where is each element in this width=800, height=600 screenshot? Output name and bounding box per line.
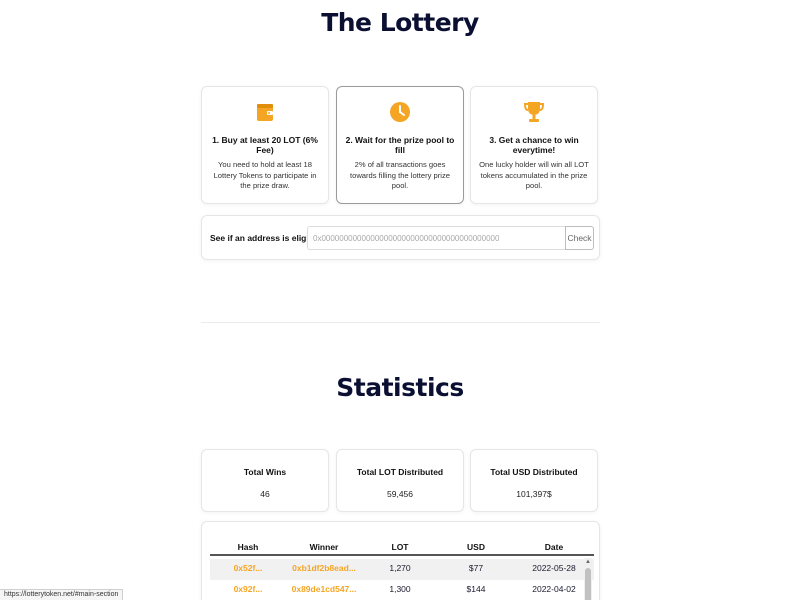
column-header-usd[interactable]: USD — [438, 542, 514, 552]
hash-link[interactable]: 0x92f... — [210, 584, 286, 594]
eligibility-card: See if an address is eligible: Check — [201, 215, 600, 260]
date-value: 2022-04-02 — [532, 584, 576, 594]
column-header-hash[interactable]: Hash — [210, 542, 286, 552]
stat-value: 59,456 — [387, 489, 413, 499]
lottery-title: The Lottery — [321, 8, 479, 37]
stat-card-total-wins: Total Wins 46 — [201, 449, 329, 512]
page: The Lottery 1. Buy at least 20 LOT (6% F… — [0, 0, 800, 600]
winner-link[interactable]: 0xb1df2b8ead... — [286, 563, 362, 573]
step-description: You need to hold at least 18 Lottery Tok… — [213, 160, 317, 191]
column-header-winner[interactable]: Winner — [286, 542, 362, 552]
section-divider — [201, 322, 600, 323]
step-description: 2% of all transactions goes towards fill… — [349, 160, 451, 191]
clock-icon — [345, 97, 455, 127]
wallet-icon — [210, 97, 320, 127]
step-card-buy: 1. Buy at least 20 LOT (6% Fee) You need… — [201, 86, 329, 204]
step-title: 2. Wait for the prize pool to fill — [345, 135, 455, 155]
lot-value: 1,270 — [389, 563, 411, 573]
stat-card-lot-distributed: Total LOT Distributed 59,456 — [336, 449, 464, 512]
stat-value: 46 — [260, 489, 270, 499]
stat-card-usd-distributed: Total USD Distributed 101,397$ — [470, 449, 598, 512]
scroll-thumb[interactable] — [585, 568, 591, 600]
column-header-date[interactable]: Date — [514, 542, 594, 552]
hash-link[interactable]: 0x52f... — [210, 563, 286, 573]
winner-link[interactable]: 0x89de1cd547... — [286, 584, 362, 594]
step-card-win: 3. Get a chance to win everytime! One lu… — [470, 86, 598, 204]
usd-value: $77 — [468, 563, 484, 573]
lot-value: 1,300 — [389, 584, 411, 594]
stat-label: Total LOT Distributed — [356, 467, 444, 477]
usd-value: $144 — [466, 584, 486, 594]
scroll-up-arrow-icon[interactable]: ▲ — [584, 558, 592, 566]
check-button[interactable]: Check — [565, 226, 594, 250]
address-input[interactable] — [307, 226, 567, 250]
step-title: 3. Get a chance to win everytime! — [489, 135, 579, 155]
winners-table: Hash Winner LOT USD Date 0x52f... 0xb1df… — [201, 521, 600, 600]
table-row: 0x92f... 0x89de1cd547... 1,300 $144 2022… — [210, 580, 594, 600]
table-scrollbar[interactable]: ▲ — [584, 558, 592, 600]
step-title: 1. Buy at least 20 LOT (6% Fee) — [212, 135, 318, 155]
step-card-wait: 2. Wait for the prize pool to fill 2% of… — [336, 86, 464, 204]
step-description: One lucky holder will win all LOT tokens… — [479, 160, 589, 191]
statistics-title: Statistics — [336, 373, 464, 402]
trophy-icon — [479, 97, 589, 127]
stat-label: Total Wins — [243, 467, 287, 477]
stat-value: 101,397$ — [516, 489, 552, 499]
stat-label: Total USD Distributed — [490, 467, 578, 477]
table-header: Hash Winner LOT USD Date — [210, 539, 594, 556]
table-row: 0x52f... 0xb1df2b8ead... 1,270 $77 2022-… — [210, 559, 594, 580]
date-value: 2022-05-28 — [532, 563, 576, 573]
column-header-lot[interactable]: LOT — [362, 542, 438, 552]
status-bar-url: https://lotterytoken.net/#main-section — [0, 589, 124, 600]
